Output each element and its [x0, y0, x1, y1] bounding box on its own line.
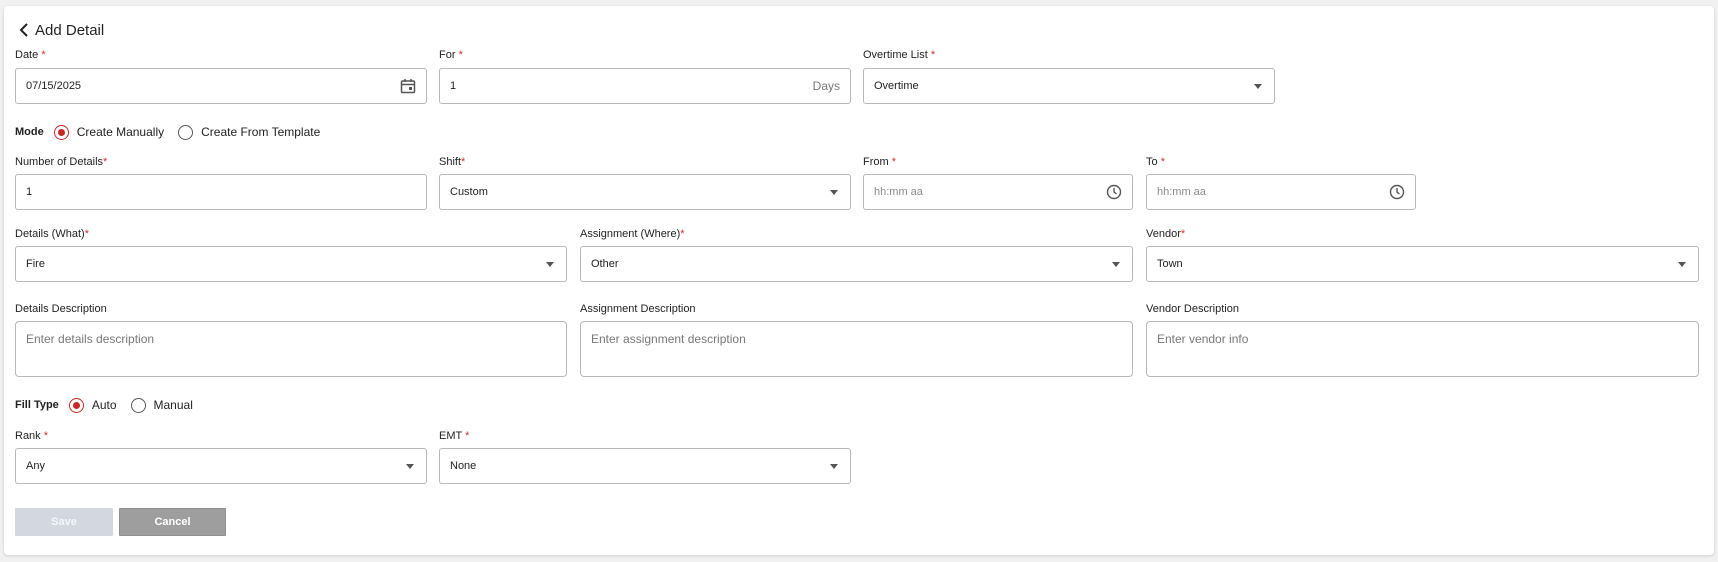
radio-auto[interactable] [68, 397, 84, 413]
vendor-description-placeholder: Enter vendor info [1157, 332, 1249, 346]
page-title: Add Detail [35, 21, 105, 39]
overtime-list-value: Overtime [874, 80, 919, 92]
from-label: From * [863, 156, 897, 168]
fill-type-option-label: Auto [91, 398, 117, 412]
to-label: To * [1146, 156, 1165, 168]
caret-down-icon [1254, 83, 1262, 89]
for-field[interactable]: 1 Days [439, 68, 851, 104]
caret-down-icon [830, 189, 838, 195]
assignment-where-label: Assignment (Where)* [580, 228, 685, 240]
shift-label: Shift* [439, 156, 466, 168]
caret-down-icon [546, 261, 554, 267]
mode-option-label: Create From Template [201, 125, 321, 139]
caret-down-icon [830, 463, 838, 469]
radio-create-from-template[interactable] [178, 124, 194, 140]
emt-label: EMT * [439, 430, 470, 442]
save-button[interactable]: Save [15, 508, 113, 536]
assignment-where-value: Other [591, 258, 619, 270]
fill-type-option-auto[interactable]: Auto [68, 397, 117, 413]
vendor-description-textarea[interactable]: Enter vendor info [1146, 321, 1699, 377]
number-of-details-field[interactable]: 1 [15, 174, 427, 210]
assignment-description-textarea[interactable]: Enter assignment description [580, 321, 1133, 377]
date-field[interactable]: 07/15/2025 [15, 68, 427, 104]
shift-select[interactable]: Custom [439, 174, 851, 210]
for-value: 1 [450, 80, 457, 92]
caret-down-icon [1112, 261, 1120, 267]
to-time-field[interactable]: hh:mm aa [1146, 174, 1416, 210]
assignment-description-label: Assignment Description [580, 303, 696, 315]
mode-option-manual[interactable]: Create Manually [53, 124, 165, 140]
details-description-label: Details Description [15, 303, 107, 315]
back-button[interactable] [14, 20, 34, 40]
mode-group: Mode Create Manually Create From Templat… [15, 123, 334, 141]
date-label: Date * [15, 49, 46, 61]
mode-option-label: Create Manually [76, 125, 165, 139]
radio-manual[interactable] [130, 397, 146, 413]
number-of-details-label: Number of Details* [15, 156, 108, 168]
details-description-placeholder: Enter details description [26, 332, 155, 346]
details-what-value: Fire [26, 258, 45, 270]
cancel-button[interactable]: Cancel [119, 508, 226, 536]
emt-select[interactable]: None [439, 448, 851, 484]
chevron-left-icon [19, 23, 28, 37]
details-description-textarea[interactable]: Enter details description [15, 321, 567, 377]
fill-type-label: Fill Type [15, 399, 59, 411]
days-suffix: Days [812, 79, 840, 93]
from-placeholder: hh:mm aa [874, 186, 923, 198]
fill-type-group: Fill Type Auto Manual [15, 396, 207, 414]
assignment-description-placeholder: Enter assignment description [591, 332, 746, 346]
details-what-select[interactable]: Fire [15, 246, 567, 282]
assignment-where-select[interactable]: Other [580, 246, 1133, 282]
overtime-list-label: Overtime List * [863, 49, 936, 61]
calendar-icon[interactable] [400, 78, 416, 94]
rank-select[interactable]: Any [15, 448, 427, 484]
caret-down-icon [406, 463, 414, 469]
vendor-value: Town [1157, 258, 1183, 270]
vendor-description-label: Vendor Description [1146, 303, 1239, 315]
radio-create-manually[interactable] [53, 124, 69, 140]
details-what-label: Details (What)* [15, 228, 89, 240]
vendor-select[interactable]: Town [1146, 246, 1699, 282]
caret-down-icon [1678, 261, 1686, 267]
from-time-field[interactable]: hh:mm aa [863, 174, 1133, 210]
fill-type-option-manual[interactable]: Manual [130, 397, 193, 413]
shift-value: Custom [450, 186, 488, 198]
fill-type-option-label: Manual [153, 398, 193, 412]
page-header: Add Detail [14, 19, 104, 41]
emt-value: None [450, 460, 477, 472]
rank-value: Any [26, 460, 45, 472]
clock-icon[interactable] [1106, 184, 1122, 200]
mode-label: Mode [15, 126, 44, 138]
number-of-details-value: 1 [26, 186, 33, 198]
mode-option-template[interactable]: Create From Template [178, 124, 321, 140]
clock-icon[interactable] [1389, 184, 1405, 200]
vendor-label: Vendor* [1146, 228, 1186, 240]
rank-label: Rank * [15, 430, 49, 442]
to-placeholder: hh:mm aa [1157, 186, 1206, 198]
date-value: 07/15/2025 [26, 80, 82, 92]
overtime-list-select[interactable]: Overtime [863, 68, 1275, 104]
for-label: For * [439, 49, 463, 61]
